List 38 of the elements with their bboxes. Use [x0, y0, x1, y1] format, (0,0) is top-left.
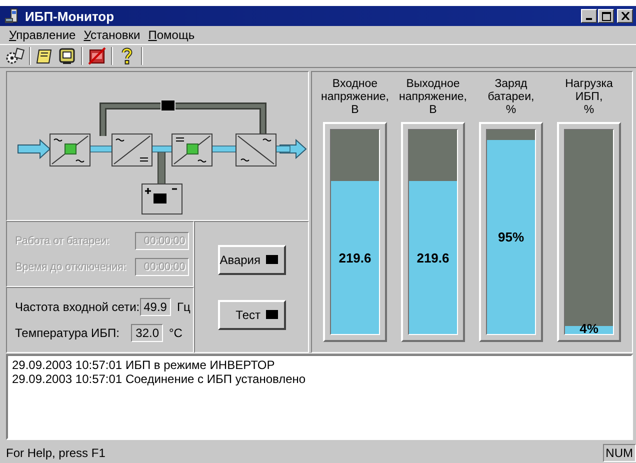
- help-icon: [121, 47, 133, 65]
- test-off-icon: [88, 47, 106, 65]
- status-text: For Help, press F1: [6, 446, 106, 460]
- log-entry: 29.09.2003 10:57:01 Соединение с ИБП установлено: [12, 372, 307, 386]
- meter-value: 219.6: [416, 250, 450, 265]
- menu-item[interactable]: Управление: [5, 28, 80, 42]
- value-field: 49.9: [140, 298, 171, 316]
- unit-label: Гц: [176, 300, 190, 314]
- indicator-icon: [266, 310, 278, 319]
- indicator-icon: [266, 255, 278, 264]
- maximize-icon: [602, 12, 610, 20]
- meter-value: 4%: [578, 321, 600, 336]
- log-entry: 29.09.2003 10:57:01 ИБП в режиме ИНВЕРТОР: [12, 358, 276, 372]
- monitor-icon: [58, 47, 76, 65]
- gears-icon: [5, 47, 25, 65]
- status-indicator: NUM: [602, 444, 636, 462]
- field-label: Температура ИБП:: [15, 326, 120, 340]
- window-title: ИБП-Монитор: [25, 8, 116, 24]
- meter-title: Нагрузка ИБП, %: [565, 78, 613, 118]
- meter-title: Заряд батареи, %: [488, 78, 534, 118]
- menu-item[interactable]: Помощь: [144, 28, 199, 42]
- meter-title: Входное напряжение, В: [321, 78, 389, 118]
- meter-value: 219.6: [338, 250, 372, 265]
- gears-button[interactable]: [4, 46, 26, 66]
- action-button[interactable]: Авария: [218, 244, 286, 274]
- close-icon: [620, 12, 630, 20]
- app-icon: [4, 8, 20, 24]
- test-off-button[interactable]: [86, 46, 108, 66]
- maximize-button[interactable]: [598, 9, 614, 23]
- meter-title: Выходное напряжение, В: [399, 78, 467, 118]
- meter-value: 95%: [496, 230, 526, 245]
- unit-label: °С: [168, 326, 184, 340]
- action-button[interactable]: Тест: [218, 300, 286, 330]
- close-button[interactable]: [617, 9, 633, 23]
- value-field: 32.0: [131, 324, 163, 342]
- field-label: Частота входной сети:: [15, 300, 140, 314]
- menu-item[interactable]: Установки: [80, 28, 144, 42]
- minimize-button[interactable]: [581, 9, 597, 23]
